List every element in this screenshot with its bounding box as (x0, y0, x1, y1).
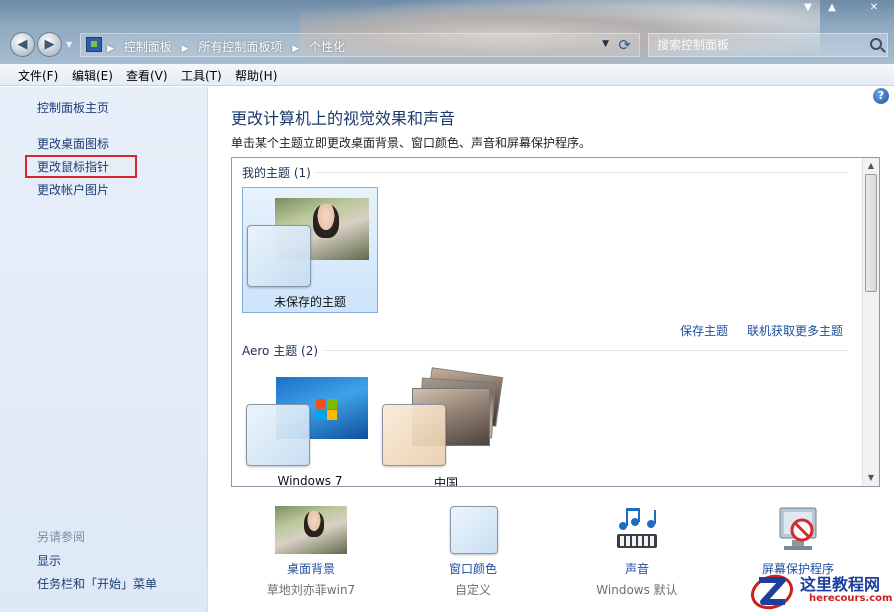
window-color-icon (450, 506, 498, 554)
menu-view[interactable]: 查看(V) (126, 67, 168, 84)
theme-window-color-preview (246, 404, 310, 466)
theme-window-color-preview (247, 225, 311, 287)
forward-button[interactable]: ▶ (37, 32, 62, 57)
taskbar-start-menu-link[interactable]: 任务栏和「开始」菜单 (37, 575, 157, 592)
control-panel-icon (86, 37, 102, 52)
site-logo-icon (751, 574, 793, 610)
setting-name: 窗口颜色 (448, 562, 497, 576)
theme-window-color-preview (382, 404, 446, 466)
help-icon[interactable]: ? (873, 88, 889, 104)
sound-setting[interactable]: 声音 Windows 默认 (577, 504, 697, 604)
back-button[interactable]: ◀ (10, 32, 35, 57)
minimize-button[interactable]: ▼ (796, 2, 820, 14)
setting-name: 声音 (624, 562, 649, 576)
task-pane: 控制面板主页 更改桌面图标 更改鼠标指针 更改帐户图片 另请参阅 显示 任务栏和… (0, 87, 208, 612)
red-highlight-box (25, 155, 137, 178)
setting-name: 桌面背景 (286, 562, 335, 576)
see-also-heading: 另请参阅 (37, 530, 86, 544)
scrollbar[interactable]: ▲ ▼ (862, 158, 879, 486)
maximize-button[interactable]: ▲ (820, 2, 844, 14)
theme-windows-7[interactable]: Windows 7 (242, 366, 378, 487)
watermark-url: herecours.com (809, 593, 893, 604)
setting-value: 草地刘亦菲win7 (266, 583, 356, 597)
breadcrumb-separator-icon[interactable]: ▶ (292, 44, 299, 54)
menu-tools[interactable]: 工具(T) (181, 67, 222, 84)
get-more-themes-online-link[interactable]: 联机获取更多主题 (747, 322, 843, 339)
breadcrumb-personalization[interactable]: 个性化 (309, 40, 345, 54)
menu-help[interactable]: 帮助(H) (235, 67, 277, 84)
search-icon[interactable] (870, 38, 882, 50)
breadcrumb-all-items[interactable]: 所有控制面板项 (198, 40, 282, 54)
refresh-icon[interactable]: ⟳ (618, 36, 631, 54)
desktop-background-icon (275, 506, 347, 554)
menu-bar: 文件(F) 编辑(E) 查看(V) 工具(T) 帮助(H) (0, 64, 894, 86)
forward-arrow-icon: ▶ (44, 37, 55, 52)
site-watermark: 这里教程网 herecours.com (747, 567, 894, 612)
theme-label: 未保存的主题 (273, 295, 346, 309)
search-box[interactable] (648, 33, 888, 57)
scroll-down-arrow-icon[interactable]: ▼ (863, 470, 879, 486)
change-account-picture-link[interactable]: 更改帐户图片 (37, 181, 109, 198)
back-arrow-icon: ◀ (17, 37, 28, 52)
scroll-up-arrow-icon[interactable]: ▲ (863, 158, 879, 174)
page-title: 更改计算机上的视觉效果和声音 (231, 109, 456, 128)
breadcrumb-separator-icon[interactable]: ▶ (182, 44, 189, 54)
windows-logo-icon (316, 399, 338, 421)
save-theme-link[interactable]: 保存主题 (680, 322, 728, 339)
control-panel-home-link[interactable]: 控制面板主页 (37, 99, 109, 116)
my-themes-header[interactable]: 我的主题 (1) (242, 164, 311, 181)
desktop-background-setting[interactable]: 桌面背景 草地刘亦菲win7 (251, 504, 371, 604)
page-description: 单击某个主题立即更改桌面背景、窗口颜色、声音和屏幕保护程序。 (231, 136, 592, 150)
breadcrumb-control-panel[interactable]: 控制面板 (124, 40, 172, 54)
setting-value: 自定义 (454, 583, 491, 597)
theme-china[interactable]: 中国 (378, 366, 514, 487)
display-link[interactable]: 显示 (37, 552, 61, 569)
close-button[interactable]: ✕ (862, 2, 886, 14)
theme-list: 我的主题 (1) 未保存的主题 保存主题 联机获取更多主题 Aero 主题 (2… (231, 157, 880, 487)
theme-label: Windows 7 (277, 474, 343, 487)
breadcrumb-separator-icon[interactable]: ▶ (107, 44, 114, 54)
theme-label: 中国 (433, 476, 458, 487)
theme-unsaved[interactable]: 未保存的主题 (242, 187, 378, 313)
search-input[interactable] (655, 36, 855, 54)
window-color-setting[interactable]: 窗口颜色 自定义 (413, 504, 533, 604)
setting-value: Windows 默认 (596, 583, 678, 597)
menu-file[interactable]: 文件(F) (18, 67, 58, 84)
menu-edit[interactable]: 编辑(E) (72, 67, 113, 84)
aero-themes-header[interactable]: Aero 主题 (2) (242, 342, 318, 359)
breadcrumb: ▶ 控制面板 ▶ 所有控制面板项 ▶ 个性化 (107, 38, 351, 55)
window-titlebar: ▼ ▲ ✕ ◀ ▶ ▼ ▶ 控制面板 ▶ 所有控制面板项 ▶ 个性化 ▼ ⟳ (0, 0, 894, 64)
group-divider (324, 350, 848, 351)
group-divider (316, 172, 848, 173)
address-history-dropdown[interactable]: ▼ (602, 39, 609, 49)
address-bar[interactable]: ▶ 控制面板 ▶ 所有控制面板项 ▶ 个性化 ▼ ⟳ (80, 33, 640, 57)
change-desktop-icons-link[interactable]: 更改桌面图标 (37, 135, 109, 152)
recent-pages-dropdown[interactable]: ▼ (66, 40, 74, 49)
watermark-text: 这里教程网 (800, 575, 881, 594)
sound-icon (617, 508, 657, 548)
screensaver-icon (779, 507, 817, 550)
scroll-thumb[interactable] (865, 174, 877, 292)
